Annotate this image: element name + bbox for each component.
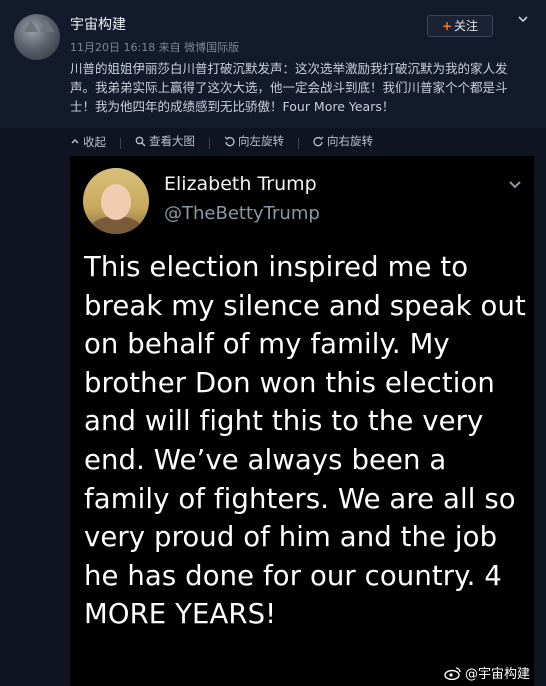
view-large-label: 查看大图 bbox=[149, 134, 195, 148]
chevron-down-icon[interactable] bbox=[516, 12, 530, 26]
post-username[interactable]: 宇宙构建 bbox=[70, 14, 126, 34]
rotate-left-label: 向左旋转 bbox=[238, 134, 284, 148]
toolbar-divider bbox=[209, 137, 210, 149]
tweet-author-handle: @TheBettyTrump bbox=[164, 203, 320, 224]
rotate-left-button[interactable]: 向左旋转 bbox=[224, 133, 284, 149]
rotate-left-icon bbox=[224, 136, 235, 146]
weibo-watermark: @宇宙构建 bbox=[444, 663, 530, 682]
tweet-screenshot[interactable]: Elizabeth Trump @TheBettyTrump This elec… bbox=[70, 156, 534, 686]
collapse-label: 收起 bbox=[83, 134, 106, 149]
rotate-right-button[interactable]: 向右旋转 bbox=[313, 133, 373, 149]
tweet-author-name: Elizabeth Trump bbox=[164, 173, 317, 195]
rotate-right-label: 向右旋转 bbox=[327, 134, 373, 148]
image-toolbar: 收起 查看大图 向左旋转 向右旋转 bbox=[70, 133, 387, 151]
chevron-down-icon bbox=[509, 181, 521, 189]
user-avatar[interactable] bbox=[14, 14, 60, 60]
search-icon bbox=[135, 136, 146, 146]
follow-label: 关注 bbox=[454, 19, 479, 33]
rotate-right-icon bbox=[313, 136, 324, 146]
tweet-body: This election inspired me to break my si… bbox=[84, 251, 526, 631]
follow-button[interactable]: + 关注 bbox=[427, 15, 493, 37]
toolbar-divider bbox=[120, 137, 121, 149]
plus-icon: + bbox=[441, 19, 453, 33]
view-large-button[interactable]: 查看大图 bbox=[135, 133, 195, 149]
tweet-avatar bbox=[83, 168, 149, 234]
watermark-text: @宇宙构建 bbox=[465, 667, 531, 682]
collapse-icon bbox=[71, 138, 79, 143]
post-meta: 11月20日 16:18 来自 微博国际版 bbox=[70, 41, 240, 54]
collapse-button[interactable]: 收起 bbox=[70, 134, 106, 150]
post-text: 川普的姐姐伊丽莎白川普打破沉默发声：这次选举激励我打破沉默为我的家人发声。我弟弟… bbox=[70, 61, 508, 114]
weibo-logo-icon bbox=[444, 666, 461, 680]
toolbar-divider bbox=[298, 137, 299, 149]
